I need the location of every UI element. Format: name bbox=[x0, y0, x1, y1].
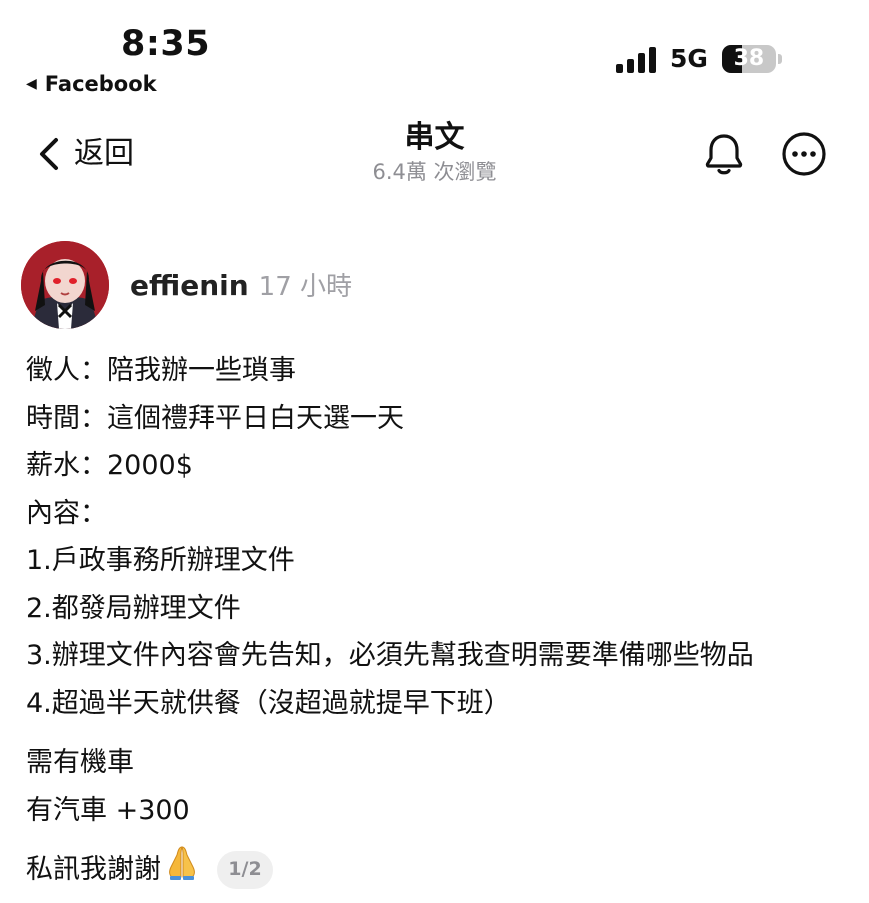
post-line: 薪水：2000$ bbox=[26, 450, 193, 481]
folded-hands-emoji-icon bbox=[163, 843, 201, 897]
battery-icon: 38 bbox=[721, 45, 776, 73]
post-line: 3.辦理文件內容會先告知，必須先幫我查明需要準備哪些物品 bbox=[26, 640, 754, 671]
status-indicators: 5G 38 bbox=[616, 42, 782, 76]
post-line: 4.超過半天就供餐（沒超過就提早下班） bbox=[26, 687, 511, 719]
page-indicator-badge[interactable]: 1/2 bbox=[217, 850, 273, 889]
more-icon bbox=[782, 132, 826, 176]
post-line: 需有機車 bbox=[26, 747, 134, 778]
post-line: 時間：這個禮拜平日白天選一天 bbox=[26, 402, 404, 434]
back-triangle-icon: ◀ bbox=[26, 76, 37, 92]
post-closing-line: 私訊我謝謝 1/2 bbox=[26, 846, 856, 894]
post-line: 內容： bbox=[26, 497, 107, 529]
username[interactable]: effienin bbox=[130, 266, 249, 306]
back-to-app-link[interactable]: ◀ Facebook bbox=[26, 70, 157, 98]
post-line: 1.戶政事務所辦理文件 bbox=[26, 545, 295, 576]
avatar-illustration bbox=[21, 241, 109, 329]
post-line: 徵人：陪我辦一些瑣事 bbox=[26, 355, 296, 386]
post-author-line: effienin 17 小時 bbox=[130, 266, 352, 306]
bell-icon bbox=[705, 134, 743, 175]
notifications-button[interactable] bbox=[700, 130, 748, 178]
post-line: 2.都發局辦理文件 bbox=[26, 592, 241, 624]
post-body: 徵人：陪我辦一些瑣事 時間：這個禮拜平日白天選一天 薪水：2000$ 內容： 1… bbox=[26, 347, 856, 894]
more-options-button[interactable] bbox=[780, 130, 828, 178]
battery-percent: 38 bbox=[733, 46, 765, 71]
post-closing-text: 私訊我謝謝 bbox=[26, 854, 161, 885]
battery-nub bbox=[777, 54, 782, 64]
status-time: 8:35 bbox=[121, 24, 211, 64]
post-timestamp: 17 小時 bbox=[258, 272, 353, 302]
back-app-label: Facebook bbox=[44, 72, 157, 96]
cellular-signal-icon bbox=[616, 45, 656, 73]
post-line: 有汽車 +300 bbox=[26, 794, 190, 826]
avatar[interactable] bbox=[21, 241, 109, 329]
network-type: 5G bbox=[670, 44, 708, 73]
